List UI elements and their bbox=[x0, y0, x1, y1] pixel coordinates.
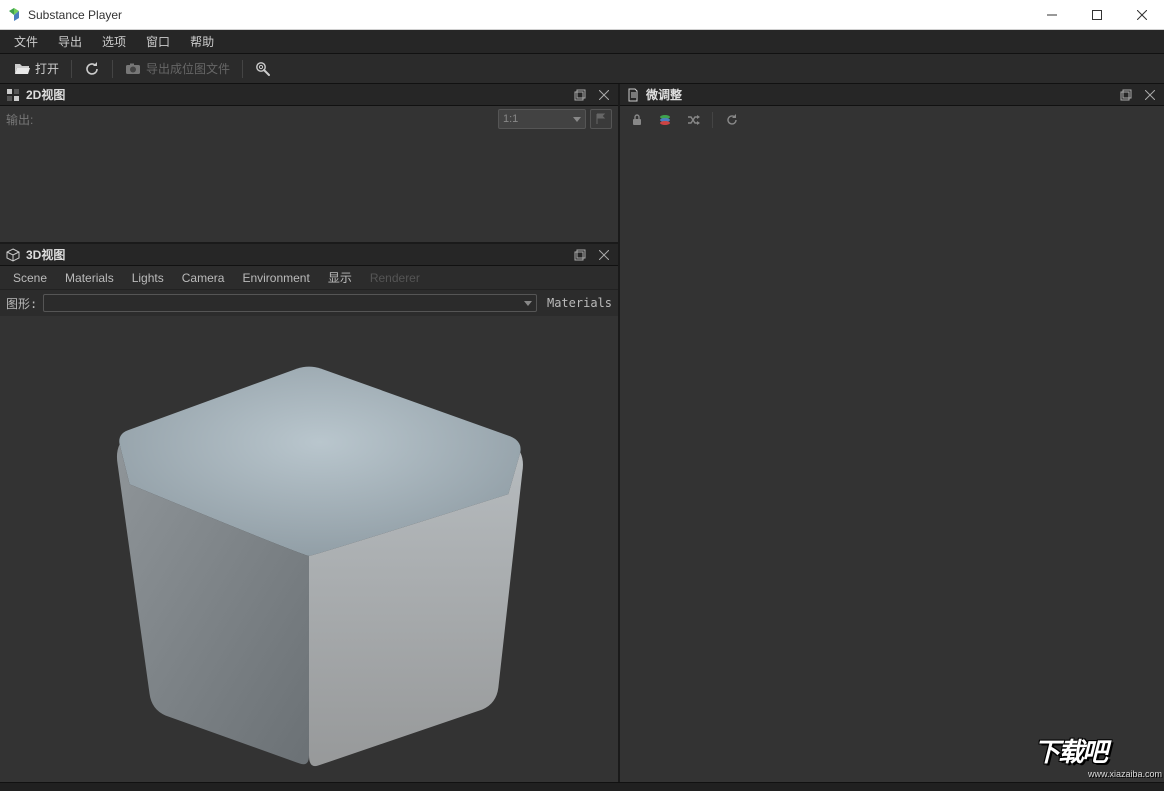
preset-stack-icon bbox=[658, 113, 672, 127]
minimize-button[interactable] bbox=[1029, 0, 1074, 29]
zoom-flag-button[interactable] bbox=[590, 109, 612, 129]
open-button-label: 打开 bbox=[35, 60, 59, 77]
panel-3d-view: 3D视图 Scene Materials Lights Camera Envir… bbox=[0, 244, 618, 782]
menu-renderer: Renderer bbox=[361, 268, 429, 288]
title-bar: Substance Player bbox=[0, 0, 1164, 30]
reload-icon bbox=[84, 61, 100, 77]
toolbar-separator bbox=[71, 60, 72, 78]
left-column: 2D视图 输出: 1:1 3D视图 bbox=[0, 84, 620, 782]
toolbar-separator bbox=[712, 112, 713, 128]
right-column: 微调整 bbox=[620, 84, 1164, 782]
tweak-toolbar bbox=[620, 106, 1164, 134]
panel-2d-header[interactable]: 2D视图 bbox=[0, 84, 618, 106]
menu-scene[interactable]: Scene bbox=[4, 268, 56, 288]
view2d-icon bbox=[6, 88, 20, 102]
toolbar-separator bbox=[242, 60, 243, 78]
panel-3d-popout-button[interactable] bbox=[572, 247, 588, 263]
menu-export[interactable]: 导出 bbox=[48, 30, 92, 53]
panel-tweak-title: 微调整 bbox=[646, 86, 1110, 103]
lock-button[interactable] bbox=[628, 111, 646, 129]
cube-icon bbox=[6, 248, 20, 262]
export-bitmaps-label: 导出成位图文件 bbox=[146, 60, 230, 77]
main-toolbar: 打开 导出成位图文件 bbox=[0, 54, 1164, 84]
preset-button[interactable] bbox=[656, 111, 674, 129]
panel-tweak-popout-button[interactable] bbox=[1118, 87, 1134, 103]
randomize-button[interactable] bbox=[684, 111, 702, 129]
menu-environment[interactable]: Environment bbox=[233, 268, 318, 288]
panel-2d-popout-button[interactable] bbox=[572, 87, 588, 103]
menu-window[interactable]: 窗口 bbox=[136, 30, 180, 53]
chevron-down-icon bbox=[573, 117, 581, 122]
materials-button[interactable]: Materials bbox=[543, 296, 612, 310]
panel-2d-view: 2D视图 输出: 1:1 bbox=[0, 84, 618, 244]
window-controls bbox=[1029, 0, 1164, 29]
panel-tweak-close-button[interactable] bbox=[1142, 87, 1158, 103]
panel-3d-header[interactable]: 3D视图 bbox=[0, 244, 618, 266]
view3d-menubar: Scene Materials Lights Camera Environmen… bbox=[0, 266, 618, 290]
panel-tweak: 微调整 bbox=[620, 84, 1164, 782]
camera-icon bbox=[125, 61, 141, 77]
menu-help[interactable]: 帮助 bbox=[180, 30, 224, 53]
panel-2d-close-button[interactable] bbox=[596, 87, 612, 103]
panel-tweak-header[interactable]: 微调整 bbox=[620, 84, 1164, 106]
reset-button[interactable] bbox=[723, 111, 741, 129]
reload-button[interactable] bbox=[80, 59, 104, 79]
menu-materials[interactable]: Materials bbox=[56, 268, 123, 288]
open-button[interactable]: 打开 bbox=[10, 58, 63, 79]
maximize-button[interactable] bbox=[1074, 0, 1119, 29]
shape-row: 图形: Materials bbox=[0, 290, 618, 316]
folder-open-icon bbox=[14, 61, 30, 77]
menu-display[interactable]: 显示 bbox=[319, 266, 361, 289]
rendered-cube bbox=[0, 316, 618, 782]
viewport-3d[interactable] bbox=[0, 316, 618, 782]
menu-bar: 文件 导出 选项 窗口 帮助 bbox=[0, 30, 1164, 54]
flag-icon bbox=[595, 113, 607, 125]
view2d-controls: 输出: 1:1 bbox=[0, 106, 618, 132]
undo-icon bbox=[725, 113, 739, 127]
menu-camera[interactable]: Camera bbox=[173, 268, 234, 288]
menu-file[interactable]: 文件 bbox=[4, 30, 48, 53]
panel-2d-title: 2D视图 bbox=[26, 86, 564, 103]
lock-icon bbox=[630, 113, 644, 127]
shape-dropdown[interactable] bbox=[43, 294, 537, 312]
status-bar bbox=[0, 782, 1164, 791]
view2d-canvas[interactable] bbox=[0, 132, 618, 242]
workspace: 2D视图 输出: 1:1 3D视图 bbox=[0, 84, 1164, 782]
menu-options[interactable]: 选项 bbox=[92, 30, 136, 53]
panel-3d-close-button[interactable] bbox=[596, 247, 612, 263]
toolbar-separator bbox=[112, 60, 113, 78]
window-title: Substance Player bbox=[28, 8, 1029, 22]
settings-button[interactable] bbox=[251, 59, 275, 79]
output-label: 输出: bbox=[6, 111, 33, 128]
chevron-down-icon bbox=[524, 301, 532, 306]
panel-3d-title: 3D视图 bbox=[26, 246, 564, 263]
close-button[interactable] bbox=[1119, 0, 1164, 29]
shape-label: 图形: bbox=[6, 295, 37, 312]
document-icon bbox=[626, 88, 640, 102]
zoom-dropdown[interactable]: 1:1 bbox=[498, 109, 586, 129]
app-logo-icon bbox=[6, 7, 22, 23]
export-bitmaps-button[interactable]: 导出成位图文件 bbox=[121, 58, 234, 79]
menu-lights[interactable]: Lights bbox=[123, 268, 173, 288]
gear-wrench-icon bbox=[255, 61, 271, 77]
zoom-value: 1:1 bbox=[503, 113, 518, 125]
shuffle-icon bbox=[686, 113, 700, 127]
